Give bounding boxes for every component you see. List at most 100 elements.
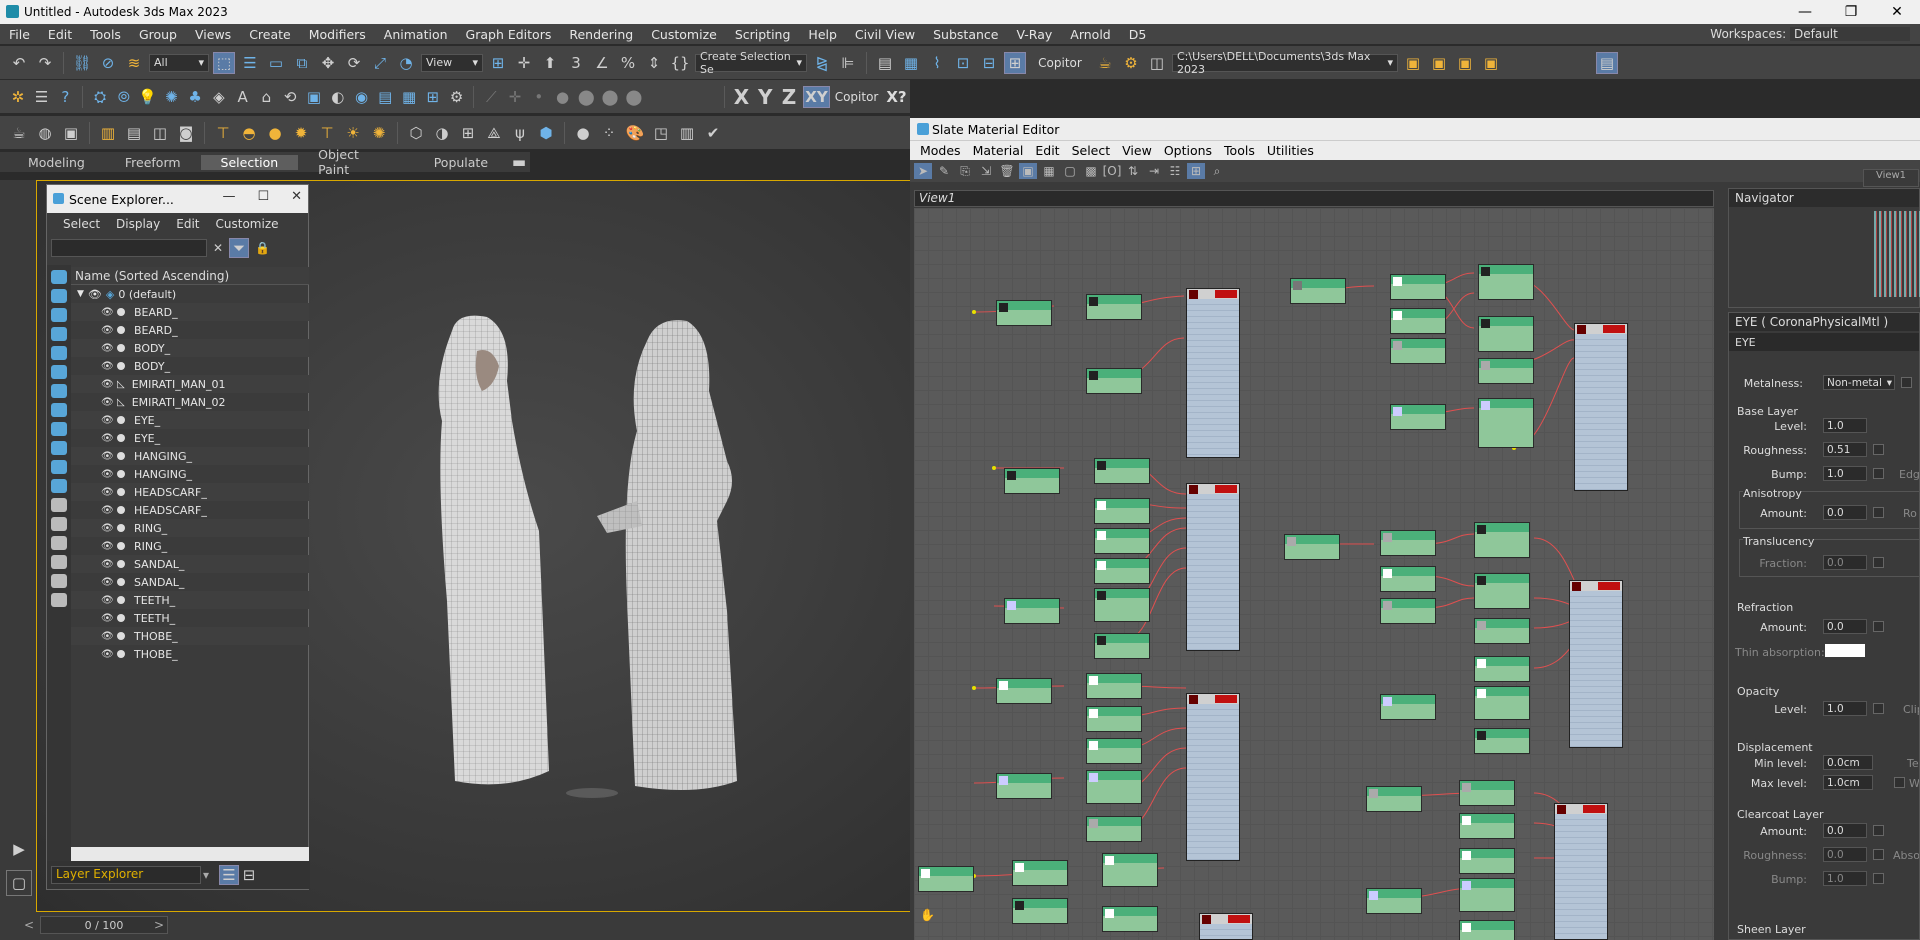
filter-shapes-icon[interactable]	[51, 289, 67, 303]
redo-icon[interactable]: ↷	[34, 52, 56, 74]
snaps-toggle-icon[interactable]: 3	[565, 52, 587, 74]
object-icon-12[interactable]: ⚙	[447, 86, 467, 108]
layout-children-icon[interactable]: ⇥	[1145, 163, 1163, 179]
object-icon-2[interactable]: ⦾	[114, 86, 134, 108]
filter-geometry-icon[interactable]	[51, 270, 67, 284]
map-node[interactable]	[1012, 860, 1068, 886]
create-selection-set-dropdown[interactable]: Create Selection Se ▾	[695, 50, 807, 76]
pick-material-icon[interactable]: ✎	[935, 163, 953, 179]
lock-icon[interactable]: 🔒	[255, 241, 270, 255]
clearcoat-bump-checkbox[interactable]	[1873, 873, 1884, 884]
align-icon[interactable]: ⊫	[837, 52, 859, 74]
clearcoat-roughness-spinner[interactable]: 0.0	[1823, 847, 1867, 862]
bump-spinner[interactable]: 1.0	[1823, 466, 1867, 481]
filter-frozen-icon[interactable]	[51, 460, 67, 474]
scale-icon[interactable]: ⤢	[369, 52, 391, 74]
node-graph-view[interactable]: ✋	[914, 208, 1714, 940]
visibility-eye-icon[interactable]: 👁	[101, 613, 114, 624]
camera-icon[interactable]: ◙	[175, 122, 197, 144]
layers-icon[interactable]: ◳	[650, 122, 672, 144]
unlink-icon[interactable]: ⊘	[97, 52, 119, 74]
selection-filter-dropdown[interactable]: All ▾	[149, 53, 209, 72]
list-icon[interactable]: ☰	[32, 86, 52, 108]
material-node[interactable]	[1554, 803, 1608, 940]
material-node[interactable]	[1186, 288, 1240, 458]
fraction-map-checkbox[interactable]	[1873, 557, 1884, 568]
menu-substance[interactable]: Substance	[924, 27, 1007, 42]
map-node[interactable]	[1094, 633, 1150, 659]
clear-search-icon[interactable]: ✕	[213, 241, 223, 255]
copitor-label-2[interactable]: Copitor	[834, 90, 879, 104]
scatter-icon[interactable]: ⊞	[457, 122, 479, 144]
object-icon-4[interactable]: ⌂	[257, 86, 277, 108]
text-icon[interactable]: A	[233, 86, 253, 108]
metalness-dropdown[interactable]: Non-metal ▾	[1823, 375, 1895, 390]
mirror-icon[interactable]: ⧎	[811, 52, 833, 74]
axis-x-button[interactable]: X	[732, 85, 752, 109]
roughness-map-checkbox[interactable]	[1873, 444, 1884, 455]
layer-explorer-icon[interactable]: ▤	[874, 52, 896, 74]
map-node[interactable]	[1094, 588, 1150, 622]
object-icon-10[interactable]: ▦	[399, 86, 419, 108]
filter-hidden-icon[interactable]	[51, 479, 67, 493]
project-create-icon[interactable]: ▣	[1454, 52, 1476, 74]
menu-tools[interactable]: Tools	[81, 27, 130, 42]
visibility-eye-icon[interactable]: 👁	[101, 505, 114, 516]
show-background-icon[interactable]: ▦	[1040, 163, 1058, 179]
minimize-button[interactable]: —	[1782, 0, 1828, 24]
list-item[interactable]: 👁 TEETH_	[71, 591, 309, 609]
ies-light-icon[interactable]: ⊤	[316, 122, 338, 144]
grass-icon[interactable]: ψ	[509, 122, 531, 144]
map-node[interactable]	[1474, 656, 1530, 682]
se-column-header[interactable]: Name (Sorted Ascending)	[71, 267, 309, 285]
link-icon[interactable]: ⛓	[71, 52, 93, 74]
visibility-eye-icon[interactable]: 👁	[101, 433, 114, 444]
opacity-level-spinner[interactable]: 1.0	[1823, 701, 1867, 716]
teapot-render-icon[interactable]: ☕	[1094, 52, 1116, 74]
maximize-button[interactable]: ❐	[1828, 0, 1874, 24]
menu-civil-view[interactable]: Civil View	[846, 27, 924, 42]
object-icon-6[interactable]: ▣	[304, 86, 324, 108]
copitor-label[interactable]: Copitor	[1030, 56, 1090, 70]
material-params-icon[interactable]: ☷	[1166, 163, 1184, 179]
pivot-icon[interactable]: ⊞	[487, 52, 509, 74]
chart-icon[interactable]: ▥	[676, 122, 698, 144]
thin-absorption-color-swatch[interactable]	[1825, 644, 1865, 657]
sun-icon[interactable]: ✺	[162, 86, 182, 108]
slate-menu-material[interactable]: Material	[967, 143, 1030, 158]
filter-bones-icon[interactable]	[51, 422, 67, 436]
slate-menu-tools[interactable]: Tools	[1218, 143, 1261, 158]
sphere-light-icon[interactable]: ●	[264, 122, 286, 144]
map-node[interactable]	[1086, 368, 1142, 394]
level-spinner[interactable]: 1.0	[1823, 418, 1867, 433]
proxy-icon[interactable]: ⬡	[405, 122, 427, 144]
tab-populate[interactable]: Populate	[414, 155, 508, 170]
map-node[interactable]	[1284, 534, 1340, 560]
list-item[interactable]: 👁 BODY_	[71, 339, 309, 357]
filter-spacewarps-icon[interactable]	[51, 365, 67, 379]
layer-explorer-toggle-icon[interactable]: ☰	[219, 865, 240, 885]
map-node[interactable]	[1366, 786, 1422, 812]
menu-animation[interactable]: Animation	[375, 27, 457, 42]
slate-menu-select[interactable]: Select	[1066, 143, 1117, 158]
filter-groups-icon[interactable]	[51, 384, 67, 398]
percent-snap-icon[interactable]: %	[617, 52, 639, 74]
material-editor-icon[interactable]: ⊟	[978, 52, 1000, 74]
slate-select-icon[interactable]: ➤	[914, 163, 932, 179]
sync-icon[interactable]	[51, 593, 67, 607]
render-frame-icon[interactable]: ⚙	[1120, 52, 1142, 74]
clearcoat-roughness-checkbox[interactable]	[1873, 849, 1884, 860]
list-item[interactable]: 👁 RING_	[71, 519, 309, 537]
menu-help[interactable]: Help	[799, 27, 846, 42]
menu-create[interactable]: Create	[240, 27, 300, 42]
menu-arnold[interactable]: Arnold	[1061, 27, 1119, 42]
list-item[interactable]: 👁 HEADSCARF_	[71, 483, 309, 501]
view1-tab[interactable]: View1	[914, 190, 1714, 207]
se-minimize-icon[interactable]: —	[222, 189, 235, 204]
search-icon[interactable]: ⌕	[1208, 163, 1226, 179]
map-node[interactable]	[1380, 694, 1436, 720]
map-node[interactable]	[1459, 920, 1515, 940]
map-node[interactable]	[1390, 274, 1446, 300]
visibility-eye-icon[interactable]: 👁	[101, 379, 114, 390]
list-item[interactable]: 👁 BEARD_	[71, 321, 309, 339]
